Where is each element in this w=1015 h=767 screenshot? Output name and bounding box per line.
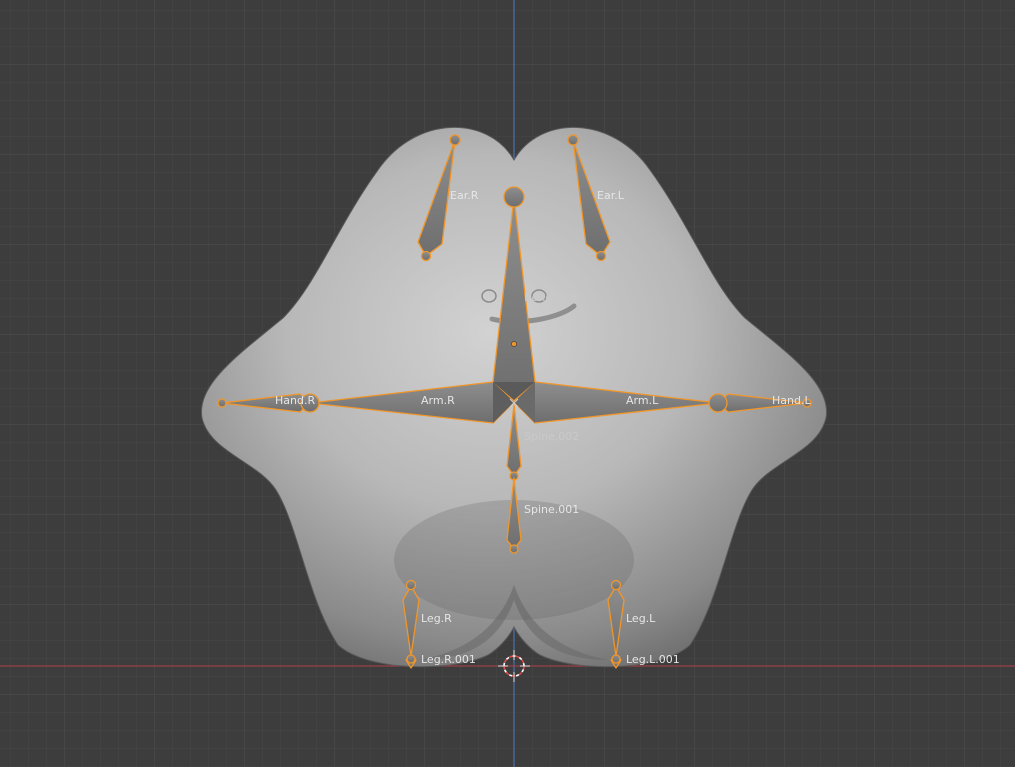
bone-leg-l-001-joint[interactable] bbox=[611, 654, 621, 664]
bone-ear-l-tail-joint[interactable] bbox=[595, 250, 607, 262]
label-hand-l: Hand.L bbox=[772, 394, 811, 407]
viewport-canvas[interactable]: Ear.R Ear.L Bone.003 Hand.R Arm.R Arm.L … bbox=[0, 0, 1015, 767]
label-arm-l: Arm.L bbox=[626, 394, 659, 407]
label-leg-l-001: Leg.L.001 bbox=[626, 653, 680, 666]
bone-ear-r-tail-joint[interactable] bbox=[420, 250, 432, 262]
label-spine-002: Spine.002 bbox=[524, 430, 579, 443]
label-leg-r-001: Leg.R.001 bbox=[421, 653, 476, 666]
label-ear-r: Ear.R bbox=[450, 189, 479, 202]
bone-hand-r-tip-joint[interactable] bbox=[217, 398, 227, 408]
label-leg-r: Leg.R bbox=[421, 612, 452, 625]
bone-spine-001-tail-joint[interactable] bbox=[509, 544, 519, 554]
bone-leg-r-head-joint[interactable] bbox=[405, 579, 417, 591]
label-ear-l: Ear.L bbox=[597, 189, 625, 202]
bone-003-head-joint[interactable] bbox=[503, 186, 525, 208]
bone-ear-r-head-joint[interactable] bbox=[449, 134, 461, 146]
3d-viewport[interactable]: Ear.R Ear.L Bone.003 Hand.R Arm.R Arm.L … bbox=[0, 0, 1015, 767]
bone-ear-l-head-joint[interactable] bbox=[567, 134, 579, 146]
bone-leg-r-001-joint[interactable] bbox=[406, 654, 416, 664]
object-origin-icon[interactable] bbox=[511, 341, 517, 347]
label-leg-l: Leg.L bbox=[626, 612, 656, 625]
bone-leg-l-head-joint[interactable] bbox=[610, 579, 622, 591]
label-bone-003: Bone.003 bbox=[524, 291, 577, 304]
bone-hand-l-joint[interactable] bbox=[708, 393, 728, 413]
label-hand-r: Hand.R bbox=[275, 394, 315, 407]
label-spine-001: Spine.001 bbox=[524, 503, 579, 516]
label-arm-r: Arm.R bbox=[421, 394, 455, 407]
